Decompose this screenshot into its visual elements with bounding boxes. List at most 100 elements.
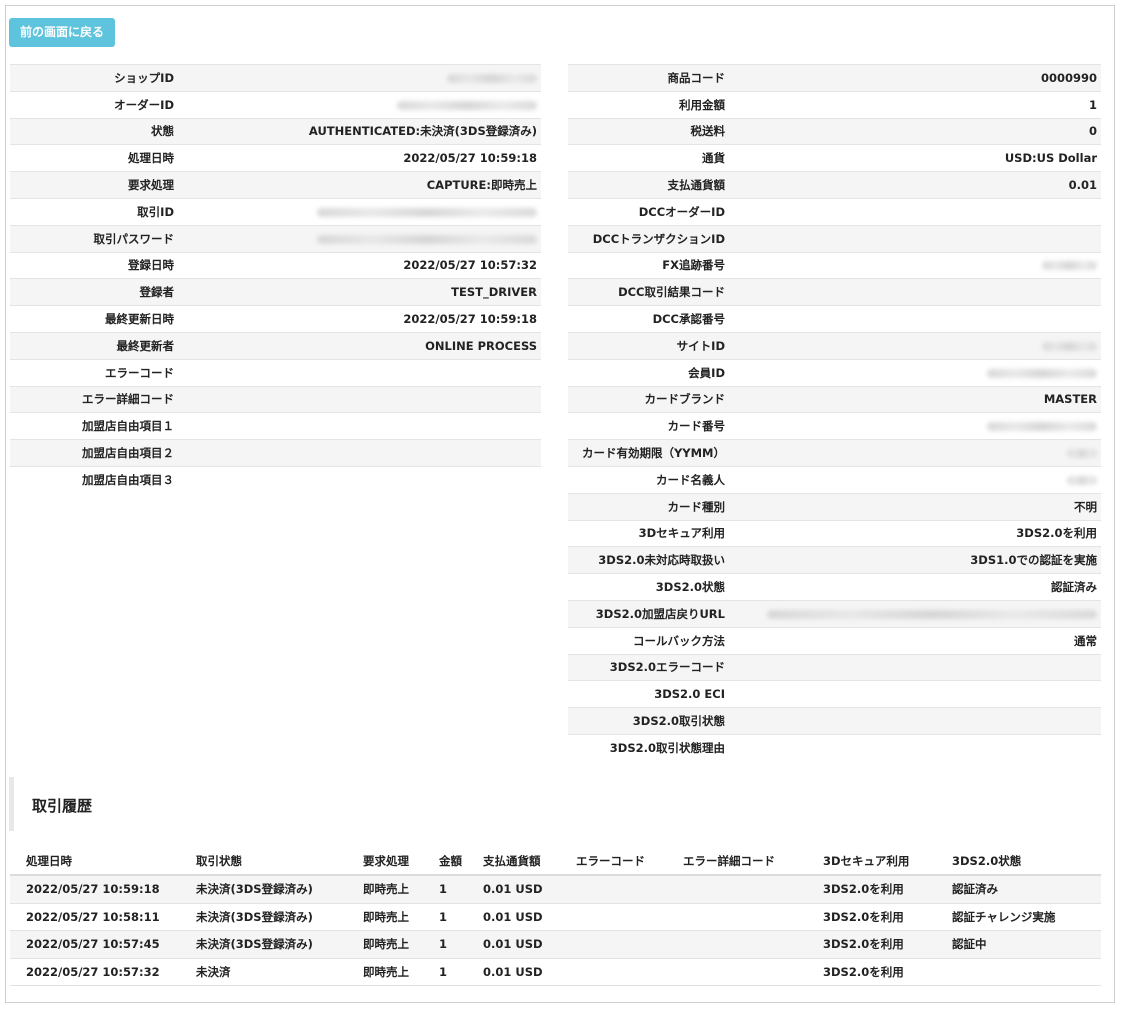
history-cell: 認証済み xyxy=(936,875,1101,904)
history-column-header: エラーコード xyxy=(560,848,667,876)
left-detail-masked-value xyxy=(180,224,541,253)
history-column-header: 金額 xyxy=(423,848,467,876)
left-detail-label: 要求処理 xyxy=(10,171,180,199)
left-detail-label: 処理日時 xyxy=(10,144,180,172)
right-detail-value: 3DS2.0を利用 xyxy=(731,519,1101,547)
left-detail-value xyxy=(180,439,541,467)
left-detail-label: 加盟店自由項目１ xyxy=(10,412,180,440)
history-cell: 3DS2.0を利用 xyxy=(807,958,936,986)
left-detail-value: AUTHENTICATED:未決済(3DS登録済み) xyxy=(180,117,541,145)
history-cell: 0.01 USD xyxy=(467,875,560,904)
history-cell xyxy=(936,958,1101,986)
right-detail-masked-value xyxy=(731,599,1101,628)
right-detail-masked-value xyxy=(731,331,1101,360)
right-detail-row: カード番号 xyxy=(568,412,1101,440)
left-detail-table: ショップID オーダーID 状態 AUTHENTICATED:未決済(3DS登録済み)… xyxy=(10,64,541,494)
right-detail-row: サイトID xyxy=(568,331,1101,360)
history-row: 2022/05/27 10:57:32 未決済 即時売上 1 0.01 USD 3DS2.… xyxy=(10,958,1101,986)
redacted-value xyxy=(397,100,537,110)
history-cell: 1 xyxy=(423,903,467,931)
history-row: 2022/05/27 10:57:45 未決済(3DS登録済み) 即時売上 1 0.01… xyxy=(10,930,1101,959)
redacted-value xyxy=(317,234,537,244)
history-cell: 1 xyxy=(423,930,467,959)
right-detail-label: サイトID xyxy=(568,331,731,360)
right-detail-table: 商品コード 0000990 利用金額 1 税送料 0 通貨 USD:US Dollar 支払通貨… xyxy=(568,64,1101,762)
right-detail-masked-value xyxy=(731,358,1101,387)
redacted-value xyxy=(1042,261,1097,271)
history-cell: 認証中 xyxy=(936,930,1101,959)
history-cell: 3DS2.0を利用 xyxy=(807,903,936,931)
history-cell: 0.01 USD xyxy=(467,958,560,986)
right-detail-row: 3DS2.0取引状態理由 xyxy=(568,733,1101,762)
right-detail-masked-value xyxy=(731,251,1101,279)
right-detail-row: 会員ID xyxy=(568,358,1101,387)
left-detail-label: エラー詳細コード xyxy=(10,385,180,413)
history-cell: 2022/05/27 10:57:45 xyxy=(10,930,180,959)
left-detail-row: 処理日時 2022/05/27 10:59:18 xyxy=(10,144,541,172)
right-detail-value: 0 xyxy=(731,117,1101,145)
history-cell: 未決済(3DS登録済み) xyxy=(180,875,347,904)
right-detail-label: 3DS2.0未対応時取扱い xyxy=(568,546,731,574)
left-detail-row: 要求処理 CAPTURE:即時売上 xyxy=(10,171,541,199)
history-cell: 2022/05/27 10:57:32 xyxy=(10,958,180,986)
right-detail-label: 3Dセキュア利用 xyxy=(568,519,731,547)
left-detail-value xyxy=(180,385,541,413)
left-detail-label: ショップID xyxy=(10,64,180,92)
right-detail-masked-value xyxy=(731,465,1101,494)
right-detail-row: 3DS2.0 ECI xyxy=(568,680,1101,708)
history-header-row: 処理日時 取引状態 要求処理 金額 支払通貨額 エラーコード エラー詳細コード 3Dセキュア利… xyxy=(10,848,1101,876)
history-cell: 2022/05/27 10:59:18 xyxy=(10,875,180,904)
left-detail-row: 状態 AUTHENTICATED:未決済(3DS登録済み) xyxy=(10,117,541,145)
left-detail-value: CAPTURE:即時売上 xyxy=(180,171,541,199)
left-detail-value xyxy=(180,412,541,440)
right-detail-row: DCCトランザクションID xyxy=(568,224,1101,253)
right-detail-value: 不明 xyxy=(731,492,1101,521)
right-detail-row: 商品コード 0000990 xyxy=(568,64,1101,92)
redacted-value xyxy=(447,73,537,83)
right-detail-label: 税送料 xyxy=(568,117,731,145)
history-cell: 即時売上 xyxy=(347,958,423,986)
left-detail-row: オーダーID xyxy=(10,90,541,119)
left-detail-value: TEST_DRIVER xyxy=(180,278,541,306)
left-detail-row: 取引パスワード xyxy=(10,224,541,253)
left-detail-row: 加盟店自由項目１ xyxy=(10,412,541,440)
history-title: 取引履歴 xyxy=(32,797,93,815)
right-detail-value xyxy=(731,224,1101,253)
left-detail-value: 2022/05/27 10:57:32 xyxy=(180,251,541,279)
right-detail-label: DCC承認番号 xyxy=(568,305,731,333)
right-detail-row: 3DS2.0状態 認証済み xyxy=(568,573,1101,601)
right-detail-row: DCC承認番号 xyxy=(568,305,1101,333)
history-cell: 認証チャレンジ実施 xyxy=(936,903,1101,931)
right-detail-value: USD:US Dollar xyxy=(731,144,1101,172)
history-cell: 未決済(3DS登録済み) xyxy=(180,930,347,959)
right-detail-label: 3DS2.0取引状態理由 xyxy=(568,733,731,762)
history-cell xyxy=(560,903,667,931)
history-cell: 3DS2.0を利用 xyxy=(807,930,936,959)
right-detail-label: 3DS2.0加盟店戻りURL xyxy=(568,599,731,628)
right-detail-label: 3DS2.0取引状態 xyxy=(568,707,731,735)
left-detail-label: 最終更新者 xyxy=(10,331,180,360)
left-detail-row: 加盟店自由項目３ xyxy=(10,465,541,494)
right-detail-label: コールバック方法 xyxy=(568,626,731,655)
right-detail-row: 3DS2.0エラーコード xyxy=(568,653,1101,681)
redacted-value xyxy=(1067,449,1097,459)
history-column-header: 処理日時 xyxy=(10,848,180,876)
right-detail-label: FX追跡番号 xyxy=(568,251,731,279)
left-detail-row: ショップID xyxy=(10,64,541,92)
back-button[interactable]: 前の画面に戻る xyxy=(9,18,116,47)
right-detail-row: 3Dセキュア利用 3DS2.0を利用 xyxy=(568,519,1101,547)
right-detail-row: DCC取引結果コード xyxy=(568,278,1101,306)
right-detail-row: カード有効期限（YYMM） xyxy=(568,439,1101,467)
right-detail-value xyxy=(731,278,1101,306)
right-detail-value: 0000990 xyxy=(731,64,1101,92)
right-detail-row: 3DS2.0未対応時取扱い 3DS1.0での認証を実施 xyxy=(568,546,1101,574)
right-detail-value: 0.01 xyxy=(731,171,1101,199)
left-detail-row: 加盟店自由項目２ xyxy=(10,439,541,467)
right-detail-label: 会員ID xyxy=(568,358,731,387)
right-detail-row: カード種別 不明 xyxy=(568,492,1101,521)
right-detail-label: 商品コード xyxy=(568,64,731,92)
right-detail-row: カードブランド MASTER xyxy=(568,385,1101,413)
right-detail-row: コールバック方法 通常 xyxy=(568,626,1101,655)
history-cell xyxy=(667,958,807,986)
history-cell xyxy=(667,903,807,931)
